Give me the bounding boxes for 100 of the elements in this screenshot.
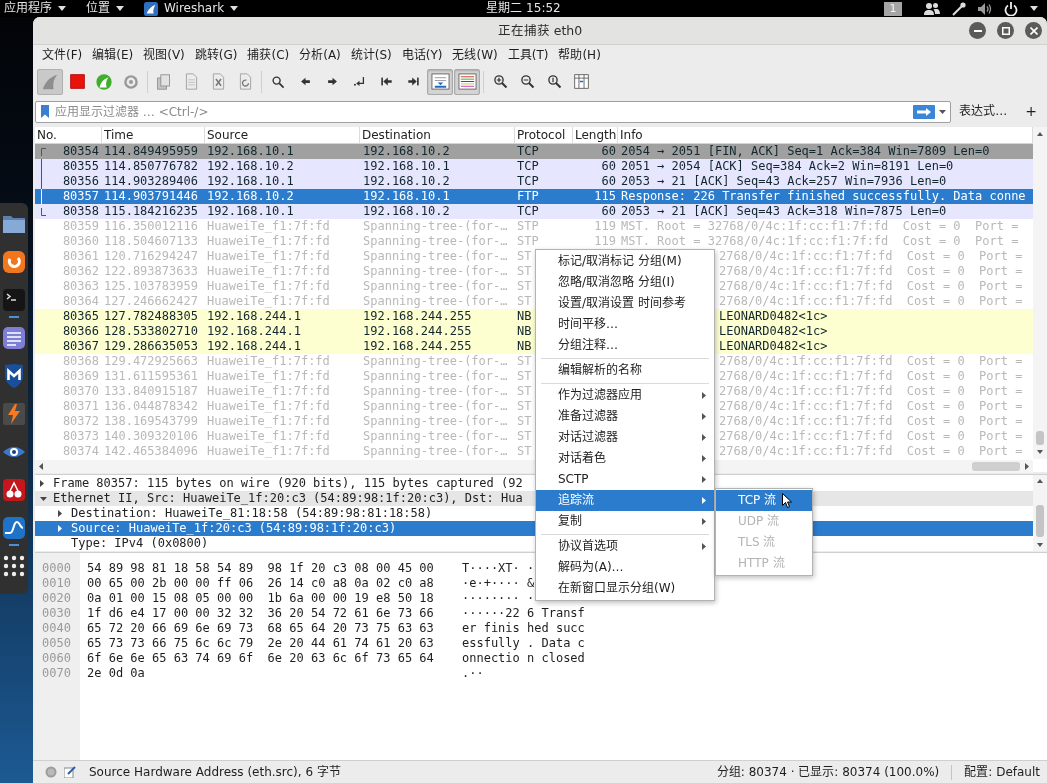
table-cell: 80374 xyxy=(62,444,99,459)
table-cell: 2768/0/4c:1f:cc:f1:7f:fd Cost = 0 Port = xyxy=(719,354,1023,368)
packet-row[interactable]: 80355 114.850776782 192.168.10.2 192.168.10.1 TCP 60 2051 → 2054 [ACK] Seq=384 Ack=2 Win=8191 Len=0 xyxy=(35,159,1033,174)
column-header[interactable]: Length xyxy=(573,127,618,143)
ascii-text: ·e·+···· & xyxy=(462,576,535,591)
menu-bar-item[interactable]: 帮助(H) xyxy=(553,45,606,65)
packet-row[interactable]: 80354 114.849495959 192.168.10.1 192.168.10.2 TCP 60 2054 → 2051 [FIN, ACK] Seq=1 Ack=384 Win=7809 Len=0 xyxy=(35,144,1033,159)
minimize-icon xyxy=(973,29,982,32)
table-cell: 131.611595361 xyxy=(104,369,198,383)
fin-icon[interactable] xyxy=(2,516,26,540)
expression-button[interactable]: 表达式… xyxy=(953,104,1014,119)
pencil-icon[interactable] xyxy=(64,766,76,778)
column-header[interactable]: Destination xyxy=(360,127,515,143)
table-cell: 60 xyxy=(601,159,616,173)
table-cell: NB xyxy=(517,309,532,323)
menu-bar-item[interactable]: 捕获(C) xyxy=(242,45,295,65)
shield-icon[interactable] xyxy=(2,364,26,388)
table-cell: 192.168.10.2 xyxy=(207,189,294,203)
menu-item[interactable]: 解码为(A)… xyxy=(536,557,714,578)
users-icon[interactable] xyxy=(924,2,940,15)
grid-icon[interactable] xyxy=(2,554,26,578)
menu-bar-item[interactable]: 视图(V) xyxy=(138,45,190,65)
caret-icon[interactable] xyxy=(939,109,947,114)
filter-field[interactable]: 应用显示过滤器 … <Ctrl-/> xyxy=(35,100,952,123)
table-cell: 2768/0/4c:1f:cc:f1:7f:fd Cost = 0 Port = xyxy=(719,279,1023,293)
power-icon[interactable] xyxy=(1004,1,1018,16)
microphone-icon[interactable] xyxy=(952,1,966,16)
table-cell: 192.168.244.1 xyxy=(207,309,301,323)
minimize-button[interactable] xyxy=(969,22,986,39)
colorize-button[interactable] xyxy=(454,68,480,95)
triangle-down-icon[interactable] xyxy=(40,496,47,501)
filter-input[interactable]: 应用显示过滤器 … <Ctrl-/> xyxy=(53,102,910,121)
panel-menu-button[interactable]: 位置 xyxy=(84,0,126,17)
column-header[interactable]: Source xyxy=(205,127,360,143)
table-cell: 80365 xyxy=(62,309,99,324)
table-cell: HuaweiTe_f1:7f:fd xyxy=(207,369,330,383)
close-button[interactable] xyxy=(1025,22,1042,39)
volume-icon[interactable] xyxy=(978,1,992,16)
offset-text: 0050 xyxy=(42,636,72,651)
offset-text: 0020 xyxy=(42,591,72,606)
table-cell: TCP xyxy=(517,144,539,158)
table-cell: 60 xyxy=(601,144,616,158)
arrow-right-icon xyxy=(326,76,338,87)
table-cell: 80358 xyxy=(62,204,99,219)
swirl-icon[interactable] xyxy=(2,250,26,274)
menu-bar-item[interactable]: 编辑(E) xyxy=(87,45,139,65)
table-cell: LEONARD0482<1c> xyxy=(719,324,828,338)
tree-item[interactable]: Frame 80357: 115 bytes on wire (920 bits), 115 bytes captured (92 xyxy=(35,476,523,491)
table-cell: 192.168.10.2 xyxy=(363,144,450,158)
menu-item[interactable]: SCTP xyxy=(536,469,714,490)
triangle-right-icon[interactable] xyxy=(58,510,62,517)
ascii-text: ······22 6 Transf xyxy=(462,606,585,621)
column-header[interactable]: Time xyxy=(102,127,205,143)
packet-row[interactable]: 80357 114.903791446 192.168.10.2 192.168.10.1 FTP 115 Response: 226 Transfer finished successfully. Data conne xyxy=(35,189,1033,204)
terminal-icon[interactable] xyxy=(2,288,26,312)
search-icon xyxy=(271,74,285,89)
packet-row[interactable]: 80356 114.903289406 192.168.10.1 192.168.10.2 TCP 60 2053 → 21 [ACK] Seq=43 Ack=257 Win=7936 Len=0 xyxy=(35,174,1033,189)
bookmark-icon[interactable] xyxy=(41,105,49,118)
table-cell: HuaweiTe_f1:7f:fd xyxy=(207,249,330,263)
table-cell: FTP xyxy=(517,189,539,203)
table-cell: 80366 xyxy=(62,324,99,339)
zoom-out-icon xyxy=(519,74,535,89)
document-lines-icon[interactable] xyxy=(2,326,26,350)
menu-bar-item[interactable]: 跳转(G) xyxy=(189,45,243,65)
packet-row[interactable]: 80358 115.184216235 192.168.10.1 192.168.10.2 TCP 60 2053 → 21 [ACK] Seq=43 Ack=318 Win=7875 Len=0 xyxy=(35,204,1033,219)
add-filter-button[interactable]: + xyxy=(1013,103,1047,120)
triangle-right-icon[interactable] xyxy=(40,480,44,487)
table-cell: 80354 xyxy=(62,144,99,159)
tree-item[interactable]: Destination: HuaweiTe_81:18:58 (54:89:98:81:18:58) xyxy=(35,506,433,521)
triangle-right-icon[interactable] xyxy=(58,525,62,532)
menu-item[interactable]: TCP 流 xyxy=(716,490,812,511)
menu-bar-item[interactable]: 工具(T) xyxy=(502,45,554,65)
menu-bar-item[interactable]: 无线(W) xyxy=(447,45,503,65)
apply-filter-button[interactable] xyxy=(913,104,936,119)
table-cell: HuaweiTe_f1:7f:fd xyxy=(207,384,330,398)
table-cell: 80361 xyxy=(62,249,99,264)
column-header[interactable]: Protocol xyxy=(515,127,573,143)
panel-menu-button[interactable]: 应用程序 xyxy=(2,0,68,17)
column-header[interactable]: No. xyxy=(35,127,102,143)
menu-bar-item[interactable]: 分析(A) xyxy=(294,45,346,65)
table-cell: 142.465384096 xyxy=(104,444,198,458)
maximize-button[interactable] xyxy=(997,22,1014,39)
lightning-icon[interactable] xyxy=(2,402,26,426)
menu-item[interactable]: 协议首选项 xyxy=(536,536,714,557)
panel-menu-button[interactable]: Wireshark xyxy=(142,0,241,17)
menu-bar-item[interactable]: 文件(F) xyxy=(37,45,88,65)
table-cell: ST xyxy=(517,294,532,308)
menu-bar-item[interactable]: 电话(Y) xyxy=(396,45,448,65)
menu-item[interactable]: 在新窗口显示分组(W) xyxy=(536,578,714,599)
menu-bar-item[interactable]: 统计(S) xyxy=(345,45,397,65)
table-cell: 127.782488305 xyxy=(104,309,198,323)
table-cell: HuaweiTe_f1:7f:fd xyxy=(207,294,330,308)
tree-item[interactable]: Type: IPv4 (0x0800) xyxy=(35,536,209,551)
table-cell: 80372 xyxy=(62,414,99,429)
table-cell: Spanning-tree-(for-… xyxy=(363,294,508,308)
cherry-icon[interactable] xyxy=(2,478,26,502)
menu-item[interactable]: 追踪流 xyxy=(536,490,714,511)
arrow-left-icon xyxy=(299,76,311,87)
auto-scroll-button[interactable] xyxy=(427,68,453,95)
table-cell: 2053 → 21 [ACK] Seq=43 Ack=257 Win=7936 Len=0 xyxy=(621,174,947,188)
